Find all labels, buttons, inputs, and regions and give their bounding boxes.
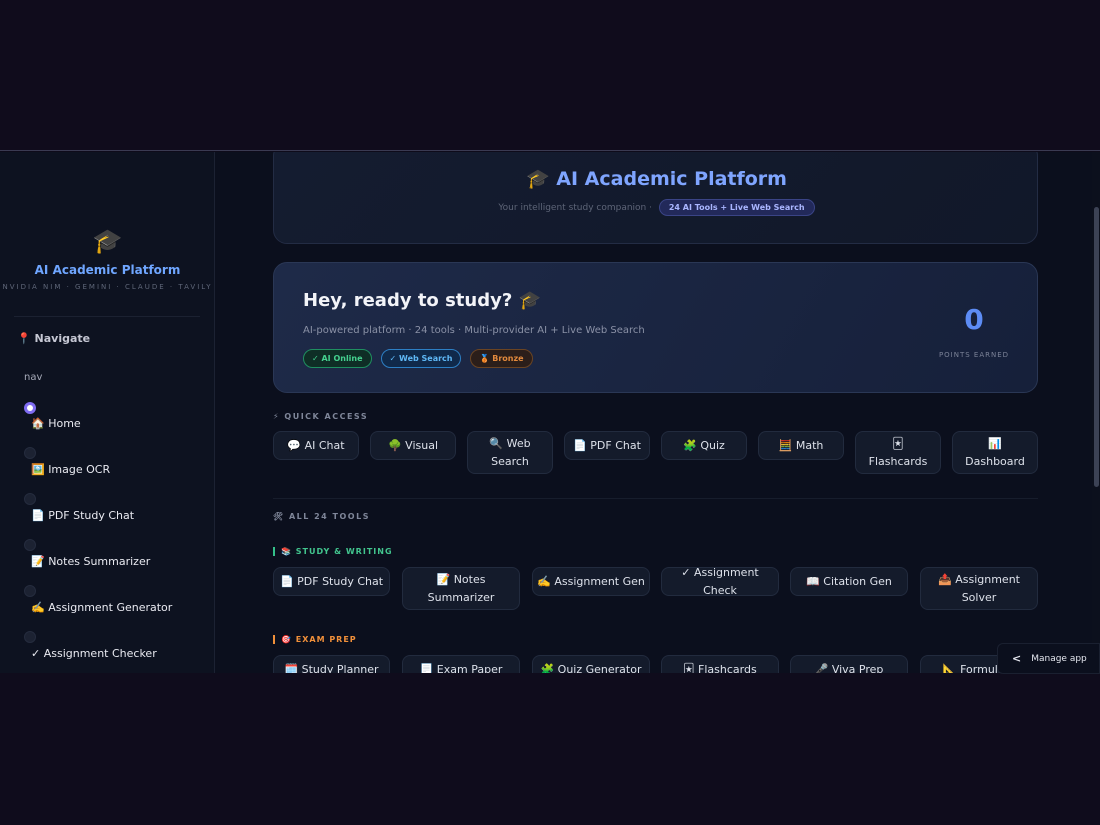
browser-top-area [0,0,1100,151]
status-badges: ✓ AI Online ✓ Web Search 🥉 Bronze [303,349,533,368]
hero-subtitle-text: Your intelligent study companion · [498,203,652,213]
main-content: 🎓 AI Academic Platform Your intelligent … [215,152,1100,673]
tool-assignment-solver-button[interactable]: 📤 Assignment Solver [920,567,1038,610]
welcome-title: Hey, ready to study? 🎓 [303,290,541,311]
tool-citation-gen-button[interactable]: 📖 Citation Gen [790,567,908,596]
tool-flashcards-button[interactable]: 🃏 Flashcards [661,655,779,673]
tool-exam-paper-button[interactable]: 📃 Exam Paper [402,655,520,673]
quick-ai-chat-button[interactable]: 💬 AI Chat [273,431,359,460]
sidebar-brand-title: AI Academic Platform [34,263,181,277]
quick-math-button[interactable]: 🧮 Math [758,431,844,460]
tool-assignment-check-button[interactable]: ✓ Assignment Check [661,566,779,597]
hero-card: 🎓 AI Academic Platform Your intelligent … [273,152,1038,244]
chevron-left-icon: < [1012,652,1022,665]
quick-pdf-chat-button[interactable]: 📄 PDF Chat [564,431,650,460]
quick-visual-button[interactable]: 🌳 Visual [370,431,456,460]
quick-dashboard-button[interactable]: 📊 Dashboard [952,431,1038,474]
tools-count-pill: 24 AI Tools + Live Web Search [658,199,815,216]
scrollbar-thumb[interactable] [1094,207,1099,487]
sidebar-item-notes-summarizer[interactable]: 📝 Notes Summarizer [31,555,150,568]
hero-title: 🎓 AI Academic Platform [526,168,787,190]
section-divider [273,498,1038,499]
tool-quiz-generator-button[interactable]: 🧩 Quiz Generator [532,655,650,673]
bronze-badge: 🥉 Bronze [470,349,533,368]
tool-study-planner-button[interactable]: 🗓️ Study Planner [273,655,390,673]
sidebar-divider [14,316,200,317]
manage-app-label: Manage app [1031,653,1087,664]
nav-radio-label: nav [24,372,43,383]
nav-radio-pdf-study-chat[interactable] [24,493,36,505]
nav-radio-notes-summarizer[interactable] [24,539,36,551]
quick-web-search-button[interactable]: 🔍 Web Search [467,431,553,474]
hero-subtitle: Your intelligent study companion · 24 AI… [274,199,1039,216]
sidebar-item-assignment-generator[interactable]: ✍️ Assignment Generator [31,601,172,614]
sidebar-item-image-ocr[interactable]: 🖼️ Image OCR [31,463,110,476]
tool-notes-summarizer-button[interactable]: 📝 Notes Summarizer [402,567,520,610]
sidebar-item-assignment-checker[interactable]: ✓ Assignment Checker [31,647,157,660]
tool-pdf-study-chat-button[interactable]: 📄 PDF Study Chat [273,567,390,596]
sidebar-item-home[interactable]: 🏠 Home [31,417,81,430]
points-label: POINTS EARNED [938,351,1010,359]
graduation-cap-icon: 🎓 [92,227,123,255]
main-scrollbar[interactable] [1092,152,1100,673]
sidebar-brand-subtitle: NVIDIA NIM · GEMINI · CLAUDE · TAVILY [2,283,213,291]
points-value: 0 [964,303,984,336]
welcome-card: Hey, ready to study? 🎓 AI-powered platfo… [273,262,1038,393]
welcome-subtitle: AI-powered platform · 24 tools · Multi-p… [303,325,645,336]
all-tools-heading: 🛠 ALL 24 TOOLS [273,512,370,521]
sidebar-brand: 🎓 AI Academic Platform NVIDIA NIM · GEMI… [0,227,215,291]
quick-flashcards-button[interactable]: 🃏 Flashcards [855,431,941,474]
web-search-badge: ✓ Web Search [380,349,462,368]
nav-radio-image-ocr[interactable] [24,447,36,459]
quick-quiz-button[interactable]: 🧩 Quiz [661,431,747,460]
tool-assignment-gen-button[interactable]: ✍️ Assignment Gen [532,567,650,596]
tool-viva-prep-button[interactable]: 🎤 Viva Prep [790,655,908,673]
nav-heading: 📍 Navigate [17,332,91,345]
nav-radio-home[interactable] [24,402,36,414]
browser-bottom-area [0,673,1100,825]
sidebar: 🎓 AI Academic Platform NVIDIA NIM · GEMI… [0,152,215,673]
nav-radio-assignment-generator[interactable] [24,585,36,597]
app-window: 🎓 AI Academic Platform NVIDIA NIM · GEMI… [0,152,1100,673]
ai-online-badge: ✓ AI Online [303,349,372,368]
category-exam-prep: 🎯 EXAM PREP [273,635,357,644]
quick-access-heading: ⚡ QUICK ACCESS [273,412,369,421]
manage-app-button[interactable]: < Manage app [997,643,1100,674]
category-study-writing: 📚 STUDY & WRITING [273,547,393,556]
nav-radio-assignment-checker[interactable] [24,631,36,643]
sidebar-item-pdf-study-chat[interactable]: 📄 PDF Study Chat [31,509,134,522]
